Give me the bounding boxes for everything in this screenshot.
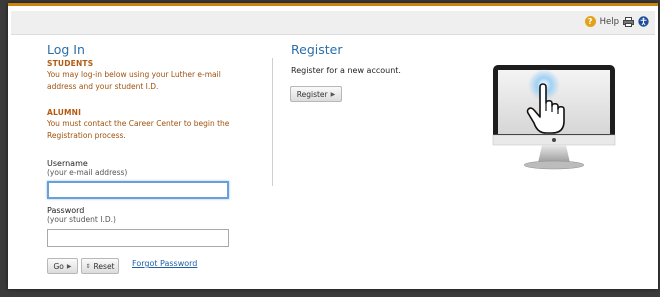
password-label-text: Password bbox=[47, 206, 85, 215]
password-hint: (your student I.D.) bbox=[47, 215, 116, 224]
username-label-text: Username bbox=[47, 159, 88, 168]
monitor-hand-illustration bbox=[492, 59, 618, 187]
accessibility-icon[interactable] bbox=[638, 16, 649, 27]
play-arrow-icon: ▶ bbox=[66, 262, 72, 270]
play-arrow-icon: ▶ bbox=[330, 90, 336, 98]
toolbar-actions: ? Help bbox=[584, 16, 649, 27]
alumni-note: You must contact the Career Center to be… bbox=[47, 119, 230, 140]
username-label: Username (your e-mail address) bbox=[47, 159, 127, 177]
login-title: Log In bbox=[47, 42, 85, 57]
username-hint: (your e-mail address) bbox=[47, 168, 128, 177]
top-toolbar: ? Help bbox=[11, 11, 655, 35]
main-frame: ? Help Log In STUDENTS You may log-in be… bbox=[8, 3, 658, 289]
go-button-label: Go bbox=[53, 261, 64, 271]
register-description: Register for a new account. bbox=[291, 66, 401, 75]
password-label: Password (your student I.D.) bbox=[47, 206, 116, 224]
password-input[interactable] bbox=[47, 229, 229, 247]
students-note: You may log-in below using your Luther e… bbox=[47, 70, 221, 91]
alumni-heading: ALUMNI bbox=[47, 108, 82, 117]
go-button[interactable]: Go ▶ bbox=[47, 258, 78, 274]
reset-button-label: Reset bbox=[93, 261, 115, 271]
reset-arrows-icon: ⇕ bbox=[85, 262, 91, 270]
register-button-label: Register bbox=[296, 89, 328, 99]
register-title: Register bbox=[291, 42, 343, 57]
column-divider bbox=[272, 58, 273, 186]
students-heading: STUDENTS bbox=[47, 59, 94, 68]
print-icon[interactable] bbox=[623, 16, 634, 27]
reset-button[interactable]: ⇕ Reset bbox=[81, 258, 119, 274]
username-input[interactable] bbox=[47, 181, 229, 199]
help-link[interactable]: Help bbox=[600, 17, 619, 27]
help-icon[interactable]: ? bbox=[584, 16, 596, 27]
forgot-password-link[interactable]: Forgot Password bbox=[132, 259, 197, 268]
register-button[interactable]: Register ▶ bbox=[290, 86, 342, 102]
